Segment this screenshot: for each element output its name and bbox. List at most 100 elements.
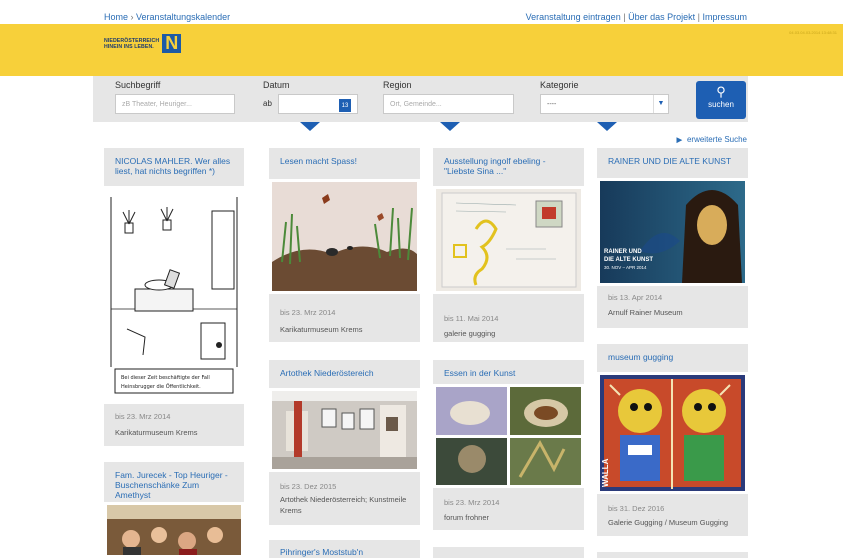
site-header: NIEDERÖSTERREICH HINEIN INS LEBEN. N 04.…: [0, 24, 843, 76]
search-button-label: suchen: [708, 100, 734, 109]
datum-prefix: ab: [263, 99, 272, 108]
region-pointer-icon: [440, 122, 460, 131]
breadcrumb-separator: ›: [130, 12, 134, 22]
kategorie-pointer-icon: [597, 122, 617, 131]
event-title[interactable]: Essen in der Kunst: [433, 360, 584, 378]
event-image[interactable]: [269, 388, 420, 472]
cartoon-caption-line-1: Bei dieser Zeit beschäftigte der Fall: [121, 375, 210, 381]
extended-search-link[interactable]: ▶ erweiterte Suche: [677, 135, 747, 144]
event-date: bis 31. Dez 2016: [608, 504, 665, 513]
event-card[interactable]: [597, 552, 748, 558]
link-impressum[interactable]: Impressum: [702, 12, 747, 22]
suchbegriff-label: Suchbegriff: [115, 80, 161, 90]
region-label: Region: [383, 80, 412, 90]
event-title[interactable]: Artothek Niederöstereich: [269, 360, 420, 378]
event-date: bis 23. Mrz 2014: [280, 308, 336, 317]
timestamp: 04.03.04.03.2014 13:48:31: [789, 30, 837, 35]
event-card[interactable]: Ausstellung ingolf ebeling - "Liebste Si…: [433, 148, 584, 342]
event-location: galerie gugging: [444, 329, 496, 338]
event-image[interactable]: Bei dieser Zeit beschäftigte der Fall He…: [104, 186, 244, 404]
poster-line-1: RAINER UND: [604, 249, 642, 255]
painting-text: WALLA: [601, 458, 610, 487]
event-location: Galerie Gugging / Museum Gugging: [608, 518, 729, 527]
calendar-day: 13: [341, 103, 349, 109]
poster-line-2: DIE ALTE KUNST: [604, 257, 653, 263]
link-veranstaltung-eintragen[interactable]: Veranstaltung eintragen: [526, 12, 621, 22]
cartoon-illustration: Bei dieser Zeit beschäftigte der Fall He…: [107, 189, 241, 401]
region-field: Region Ort, Gemeinde...: [383, 80, 514, 114]
event-title[interactable]: Ausstellung ingolf ebeling - "Liebste Si…: [433, 148, 584, 176]
calendar-icon[interactable]: 13: [339, 99, 351, 112]
logo-wordmark: NIEDERÖSTERREICH HINEIN INS LEBEN.: [104, 38, 159, 50]
event-image[interactable]: [269, 179, 420, 294]
search-icon: ⚲: [716, 84, 726, 99]
event-location: Artothek Niederösterreich; Kunstmeile Kr…: [280, 495, 407, 515]
play-arrow-icon: ▶: [676, 137, 682, 144]
datum-label: Datum: [263, 80, 290, 90]
mona-lisa-poster: RAINER UND DIE ALTE KUNST 30. NOV – APR …: [600, 181, 745, 283]
event-card[interactable]: Artothek Niederöstereich bis 23. Dez 201…: [269, 360, 420, 525]
event-title[interactable]: Fam. Jurecek - Top Heuriger - Buschensch…: [104, 462, 244, 500]
event-card[interactable]: [433, 547, 584, 558]
event-card[interactable]: Pihringer's Moststub'n: [269, 540, 420, 558]
event-image[interactable]: WALLA: [597, 372, 748, 494]
event-location: Arnulf Rainer Museum: [608, 308, 683, 317]
search-bar: Suchbegriff zB Theater, Heuriger... Datu…: [93, 76, 748, 122]
event-card[interactable]: museum gugging WALLA bis 31. Dez 2016 Ga…: [597, 344, 748, 536]
breadcrumb: Home › Veranstaltungskalender: [104, 12, 230, 22]
event-date: bis 13. Apr 2014: [608, 293, 663, 302]
breadcrumb-current[interactable]: Veranstaltungskalender: [136, 12, 230, 22]
event-card[interactable]: RAINER UND DIE ALTE KUNST RAINER UND DIE…: [597, 148, 748, 328]
event-image[interactable]: [433, 384, 584, 488]
suchbegriff-field: Suchbegriff zB Theater, Heuriger...: [115, 80, 235, 114]
event-title[interactable]: Lesen macht Spass!: [269, 148, 420, 166]
chevron-down-icon: ▼: [653, 95, 668, 113]
logo-line-2: HINEIN INS LEBEN.: [104, 43, 154, 50]
event-date: bis 23. Mrz 2014: [444, 498, 500, 507]
event-location: forum frohner: [444, 513, 490, 522]
event-date: bis 23. Dez 2015: [280, 482, 337, 491]
link-separator: |: [697, 12, 700, 22]
gallery-photo: [272, 391, 417, 469]
event-title[interactable]: RAINER UND DIE ALTE KUNST: [597, 148, 748, 166]
event-date: bis 23. Mrz 2014: [115, 412, 171, 421]
kategorie-label: Kategorie: [540, 80, 579, 90]
event-date: bis 11. Mai 2014: [444, 314, 499, 323]
naive-painting: WALLA: [600, 375, 745, 491]
site-logo[interactable]: NIEDERÖSTERREICH HINEIN INS LEBEN. N: [104, 33, 182, 53]
suchbegriff-placeholder: zB Theater, Heuriger...: [122, 101, 192, 108]
kategorie-field: Kategorie ---- ▼: [540, 80, 669, 114]
event-title[interactable]: Pihringer's Moststub'n: [269, 540, 420, 557]
meta-links: Veranstaltung eintragen | Über das Proje…: [526, 12, 747, 22]
artwork-photo: [436, 189, 581, 291]
region-input[interactable]: Ort, Gemeinde...: [383, 94, 514, 114]
suchbegriff-input[interactable]: zB Theater, Heuriger...: [115, 94, 235, 114]
event-image[interactable]: [433, 186, 584, 294]
poster-line-3: 30. NOV – APR 2014: [604, 265, 647, 270]
event-image[interactable]: [104, 502, 244, 558]
kategorie-value: ----: [547, 101, 557, 108]
event-card[interactable]: Fam. Jurecek - Top Heuriger - Buschensch…: [104, 462, 244, 558]
link-separator: |: [623, 12, 626, 22]
food-collage: [436, 387, 581, 485]
event-card[interactable]: Essen in der Kunst bis 23. Mrz 2014 foru…: [433, 360, 584, 530]
datum-pointer-icon: [300, 122, 320, 131]
event-image[interactable]: RAINER UND DIE ALTE KUNST 30. NOV – APR …: [597, 178, 748, 286]
top-navigation: Home › Veranstaltungskalender Veranstalt…: [0, 0, 843, 24]
diorama-photo: [272, 182, 417, 291]
event-location: Karikaturmuseum Krems: [280, 325, 363, 334]
region-placeholder: Ort, Gemeinde...: [390, 101, 442, 108]
event-title[interactable]: museum gugging: [597, 344, 748, 362]
search-button[interactable]: ⚲ suchen: [696, 81, 746, 119]
logo-letter: N: [165, 33, 179, 53]
kategorie-select[interactable]: ---- ▼: [540, 94, 669, 114]
link-ueber-das-projekt[interactable]: Über das Projekt: [628, 12, 695, 22]
logo-n-icon: N: [162, 33, 182, 53]
extended-search-label: erweiterte Suche: [686, 135, 747, 144]
event-location: Karikaturmuseum Krems: [115, 428, 198, 437]
breadcrumb-home-link[interactable]: Home: [104, 12, 128, 22]
event-title[interactable]: NICOLAS MAHLER. Wer alles liest, hat nic…: [104, 148, 244, 176]
heuriger-photo: [107, 505, 241, 555]
event-card[interactable]: NICOLAS MAHLER. Wer alles liest, hat nic…: [104, 148, 244, 446]
event-card[interactable]: Lesen macht Spass! bis 23. Mrz 2014 Kari…: [269, 148, 420, 342]
